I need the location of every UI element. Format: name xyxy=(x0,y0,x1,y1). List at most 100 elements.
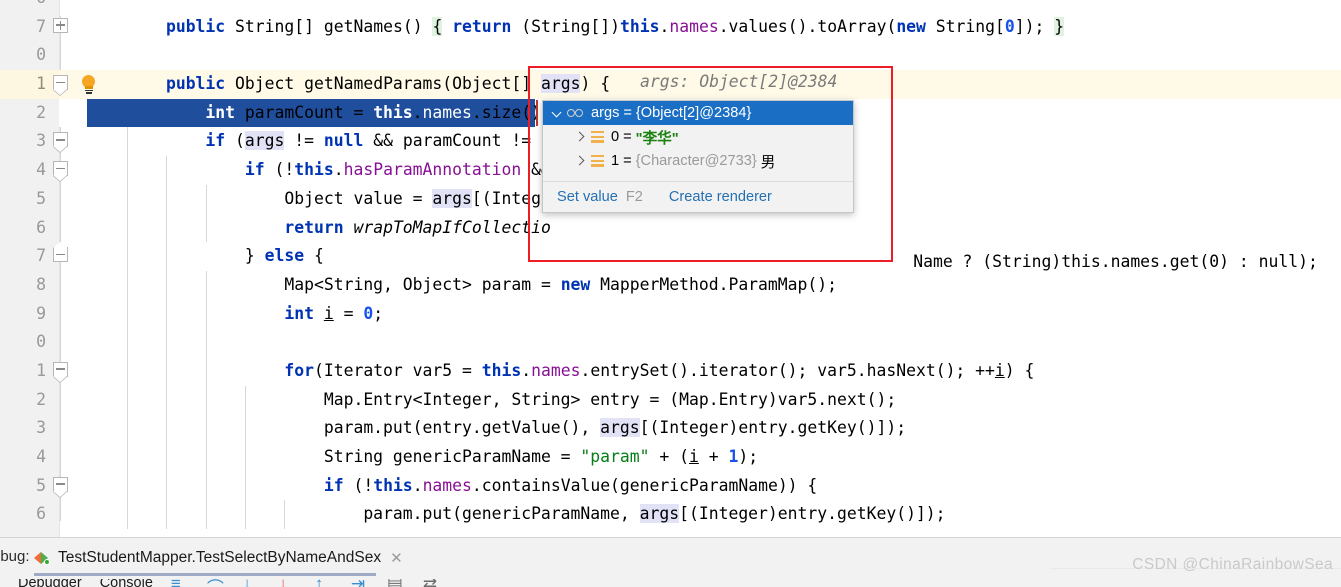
variable-value-extra: 男 xyxy=(760,154,776,171)
code-line[interactable]: 4 String genericParamName = "param" + (i… xyxy=(0,443,1341,472)
code-text[interactable]: if (!this.hasParamAnnotation && xyxy=(87,156,561,185)
equals-sign: = xyxy=(623,129,632,145)
variable-tree-row[interactable]: 1 = {Character@2733} 男 xyxy=(543,149,853,173)
code-text[interactable]: param.put(genericParamName, args[(Intege… xyxy=(87,500,946,529)
debugger-toolbar-tab[interactable]: Console xyxy=(100,579,153,587)
code-line[interactable]: 0 xyxy=(0,41,1341,71)
code-text[interactable]: if (args != null && paramCount != 0) { xyxy=(87,127,580,156)
set-value-button[interactable]: Set value xyxy=(557,189,618,205)
debug-session-tab-label: TestStudentMapper.TestSelectByNameAndSex xyxy=(58,549,382,566)
step-into-icon[interactable]: ↓ xyxy=(243,579,261,587)
run-debug-config-icon xyxy=(34,550,52,566)
create-renderer-button[interactable]: Create renderer xyxy=(669,189,772,205)
code-text[interactable]: for(Iterator var5 = this.names.entrySet(… xyxy=(87,357,1034,386)
code-text[interactable]: param.put(entry.getValue(), args[(Intege… xyxy=(87,414,906,443)
code-line[interactable]: 3 param.put(entry.getValue(), args[(Inte… xyxy=(0,414,1341,443)
line-number: 7 xyxy=(36,16,46,36)
variable-value: {Character@2733} xyxy=(635,153,757,169)
step-out-icon[interactable]: ↑ xyxy=(315,579,333,587)
code-text[interactable]: int paramCount = this.names.size(); xyxy=(87,99,550,128)
array-element-icon xyxy=(591,155,606,168)
close-icon[interactable]: ✕ xyxy=(390,549,403,567)
fold-marker-minus[interactable] xyxy=(53,361,71,382)
layout-icon[interactable]: ≡ xyxy=(171,579,189,587)
line-number: 7 xyxy=(36,246,46,266)
debug-session-tab[interactable]: TestStudentMapper.TestSelectByNameAndSex… xyxy=(34,544,403,572)
debug-value-popup[interactable]: args = {Object[2]@2384} 0 = "李华" 1 = {Character@… xyxy=(542,100,854,213)
code-line[interactable]: 0 xyxy=(0,328,1341,357)
code-line[interactable]: 9 int i = 0; xyxy=(0,299,1341,329)
code-line[interactable]: 6 param.put(genericParamName, args[(Inte… xyxy=(0,500,1341,530)
fold-marker-minus[interactable] xyxy=(53,161,71,182)
code-text[interactable]: public String[] getNames() { return (Str… xyxy=(87,13,1065,42)
variable-tree[interactable]: args = {Object[2]@2384} 0 = "李华" 1 = {Character@… xyxy=(543,101,853,181)
fold-marker-plus[interactable] xyxy=(53,17,71,36)
line-number: 8 xyxy=(36,274,46,294)
line-number: 6 xyxy=(0,0,46,13)
line-number: 6 xyxy=(36,504,46,524)
chevron-right-icon[interactable] xyxy=(573,152,591,170)
variable-tree-row[interactable]: 0 = "李华" xyxy=(543,125,853,149)
variable-name: args xyxy=(591,105,620,121)
code-tail-line6: Name ? (String)this.names.get(0) : null)… xyxy=(913,251,1318,271)
line-number: 6 xyxy=(36,217,46,237)
array-element-icon xyxy=(591,131,606,144)
code-text[interactable]: int i = 0; xyxy=(87,300,383,329)
line-number: 5 xyxy=(36,188,46,208)
code-line[interactable]: 5 if (!this.names.containsValue(genericP… xyxy=(0,471,1341,501)
debugger-toolbar[interactable]: Debugger Console ≡ ⌒ ↓ ↓ ↑ ⇥ ▤ ⇄ xyxy=(0,579,1341,587)
line-number: 2 xyxy=(36,389,46,409)
variable-tree-row[interactable]: args = {Object[2]@2384} xyxy=(543,101,853,125)
code-text[interactable]: public Object getNamedParams(Object[] ar… xyxy=(87,70,610,99)
force-step-into-icon[interactable]: ↓ xyxy=(279,579,297,587)
debugger-toolbar-tab[interactable]: Debugger xyxy=(18,579,82,587)
line-number: 9 xyxy=(36,303,46,323)
ide-window: 67 public String[] getNames() { return (… xyxy=(0,0,1341,587)
code-text[interactable]: Object value = args[(Intege xyxy=(87,185,551,214)
line-number: 0 xyxy=(36,332,46,352)
fold-marker-minus[interactable] xyxy=(53,476,71,497)
code-line-background xyxy=(0,41,1341,70)
debug-window-label: ebug: xyxy=(0,548,30,565)
indent-guide xyxy=(205,328,207,357)
set-value-shortcut: F2 xyxy=(625,189,643,205)
line-number: 5 xyxy=(36,475,46,495)
code-text[interactable]: } else { xyxy=(87,242,324,271)
indent-guide xyxy=(166,328,168,357)
code-text[interactable]: Map<String, Object> param = new MapperMe… xyxy=(87,271,837,300)
chevron-down-icon[interactable] xyxy=(549,104,567,122)
fold-marker-minus[interactable] xyxy=(53,75,71,96)
variable-value: {Object[2]@2384} xyxy=(635,105,752,121)
line-number: 3 xyxy=(36,131,46,151)
popup-action-bar: Set value F2 Create renderer xyxy=(543,182,853,212)
equals-sign: = xyxy=(623,105,632,121)
indent-guide xyxy=(126,328,128,357)
line-number: 3 xyxy=(36,418,46,438)
code-line-background xyxy=(0,0,1341,13)
evaluate-expression-icon[interactable]: ▤ xyxy=(387,579,405,587)
line-number: 1 xyxy=(36,360,46,380)
code-text[interactable]: String genericParamName = "param" + (i +… xyxy=(87,443,758,472)
code-text[interactable]: return wrapToMapIfCollectio xyxy=(87,214,550,243)
fold-marker-minus[interactable] xyxy=(53,132,71,153)
code-text[interactable]: Map.Entry<Integer, String> entry = (Map.… xyxy=(87,386,896,415)
line-number: 4 xyxy=(36,447,46,466)
line-number: 2 xyxy=(36,102,46,122)
active-tab-underline xyxy=(34,573,376,576)
code-line[interactable]: 6 xyxy=(0,0,1341,13)
chevron-right-icon[interactable] xyxy=(573,128,591,146)
code-line[interactable]: 7 public String[] getNames() { return (S… xyxy=(0,12,1341,42)
code-text[interactable]: if (!this.names.containsValue(genericPar… xyxy=(87,472,817,501)
run-to-cursor-icon[interactable]: ⇥ xyxy=(351,579,369,587)
line-number: 4 xyxy=(36,160,46,180)
step-over-icon[interactable]: ⌒ xyxy=(207,579,225,587)
variable-name: 1 xyxy=(611,153,620,169)
glasses-icon xyxy=(567,106,587,120)
code-line[interactable]: 2 Map.Entry<Integer, String> entry = (Ma… xyxy=(0,385,1341,415)
mute-breakpoints-icon[interactable]: ⇄ xyxy=(423,579,441,587)
code-line[interactable]: 1 for(Iterator var5 = this.names.entrySe… xyxy=(0,356,1341,386)
variable-name: 0 xyxy=(611,129,620,145)
line-number: 1 xyxy=(36,74,46,94)
fold-marker-end[interactable] xyxy=(53,242,71,265)
line-number: 0 xyxy=(36,45,46,65)
